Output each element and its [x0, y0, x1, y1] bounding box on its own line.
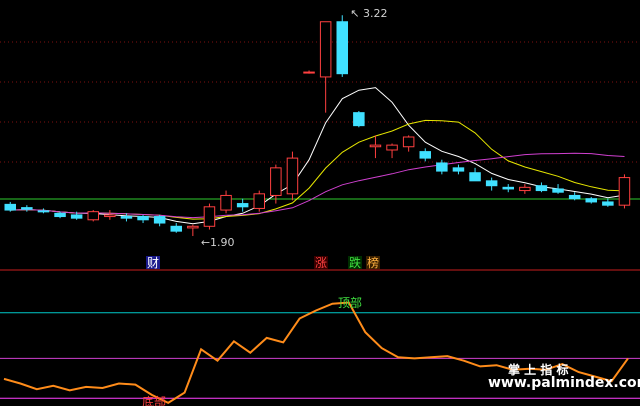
candle-body-down [568, 194, 581, 200]
candle-body-up [87, 211, 99, 221]
marker-badge: 财 [146, 256, 160, 270]
candle [402, 135, 415, 152]
candle [618, 174, 631, 209]
candle-body-down [70, 214, 83, 219]
high-price-label: ↖ 3.22 [350, 7, 387, 20]
candle-body-down [353, 112, 365, 127]
candle [236, 198, 249, 212]
candle-body-down [419, 151, 431, 159]
candle [353, 111, 365, 128]
candle [220, 190, 232, 214]
candle [552, 184, 564, 194]
candle [436, 159, 448, 175]
candle-body-down [336, 21, 348, 75]
watermark: 掌 上 指 标 www.palmindex.com [488, 362, 640, 391]
candle [104, 210, 116, 220]
candle [602, 198, 614, 207]
candle [270, 164, 282, 204]
candle-body-down [535, 185, 548, 192]
candle-body-up [270, 167, 282, 196]
candle-body-down [585, 198, 597, 203]
marker-label: 跌 [349, 255, 361, 270]
candle [303, 70, 315, 74]
event-markers: 财 涨 跌榜 [146, 255, 380, 270]
ma10-line [10, 119, 625, 220]
candle [469, 167, 481, 182]
candle-body-up [220, 194, 232, 211]
candle-body-up [386, 144, 398, 151]
top-label: 顶部 [338, 295, 362, 310]
low-price-label: ←1.90 [201, 236, 235, 249]
candle [170, 223, 182, 233]
candle [369, 135, 382, 159]
candle [452, 164, 465, 175]
stock-chart: ↖ 3.22 ←1.90 财 涨 跌榜 顶部底部 掌 上 指 标 www.palmin… [0, 0, 640, 406]
candle [336, 15, 348, 77]
candle [21, 205, 33, 212]
candle [286, 151, 299, 201]
candle-body-down [452, 167, 465, 172]
ma20-line [10, 152, 625, 219]
candle-body-down [469, 172, 481, 182]
bottom-label: 底部 [142, 394, 166, 406]
candle [585, 197, 597, 204]
candle-body-down [153, 216, 166, 224]
candle-body-up [187, 225, 199, 229]
candle [253, 190, 265, 212]
marker-badge: 跌 [348, 255, 362, 270]
candle-body-down [436, 162, 448, 172]
price-annotations: ↖ 3.22 ←1.90 [201, 7, 388, 249]
marker-label: 榜 [367, 255, 379, 270]
candle-body-up [402, 136, 415, 148]
candle-body-down [54, 212, 66, 218]
candle [519, 184, 531, 194]
candle-body-up [519, 186, 531, 192]
candle-body-down [137, 216, 149, 221]
candle-body-up [203, 206, 216, 227]
candle-body-up [303, 71, 315, 74]
marker-label: 财 [147, 256, 159, 270]
candle [87, 210, 99, 222]
candle [37, 208, 50, 214]
marker-label: 涨 [315, 255, 327, 270]
candle-body-up [286, 157, 299, 195]
marker-badge: 涨 [314, 255, 328, 270]
candle-body-up [369, 144, 382, 148]
candle-body-down [602, 201, 614, 206]
candle-body-down [37, 210, 50, 213]
chart-canvas: ↖ 3.22 ←1.90 财 涨 跌榜 顶部底部 掌 上 指 标 www.palmin… [0, 7, 640, 406]
candle-body-up [104, 214, 116, 218]
candle [120, 213, 133, 222]
ma5-line [10, 87, 625, 225]
candles [4, 15, 631, 237]
candle-body-up [319, 21, 332, 78]
candle-body-down [4, 203, 16, 211]
moving-averages [10, 87, 625, 225]
marker-badge: 榜 [366, 255, 380, 270]
candle-body-up [253, 193, 265, 209]
candle [153, 214, 166, 227]
candle [319, 21, 332, 113]
candle [203, 203, 216, 230]
candle [485, 177, 498, 191]
candle-body-down [485, 180, 498, 187]
candle [187, 224, 199, 237]
candle [535, 182, 548, 193]
candle-body-down [502, 186, 514, 190]
candle [137, 214, 149, 224]
candle-body-up [618, 177, 631, 206]
candle [419, 148, 431, 162]
watermark-url: www.palmindex.com [488, 375, 640, 391]
candle [386, 143, 398, 159]
candle-body-down [120, 216, 133, 219]
candle [4, 201, 16, 212]
candle-body-down [170, 225, 182, 232]
candle-body-down [552, 188, 564, 193]
candle-body-down [21, 207, 33, 210]
candle-body-down [236, 203, 249, 208]
candle [502, 184, 514, 193]
candle [568, 192, 581, 201]
